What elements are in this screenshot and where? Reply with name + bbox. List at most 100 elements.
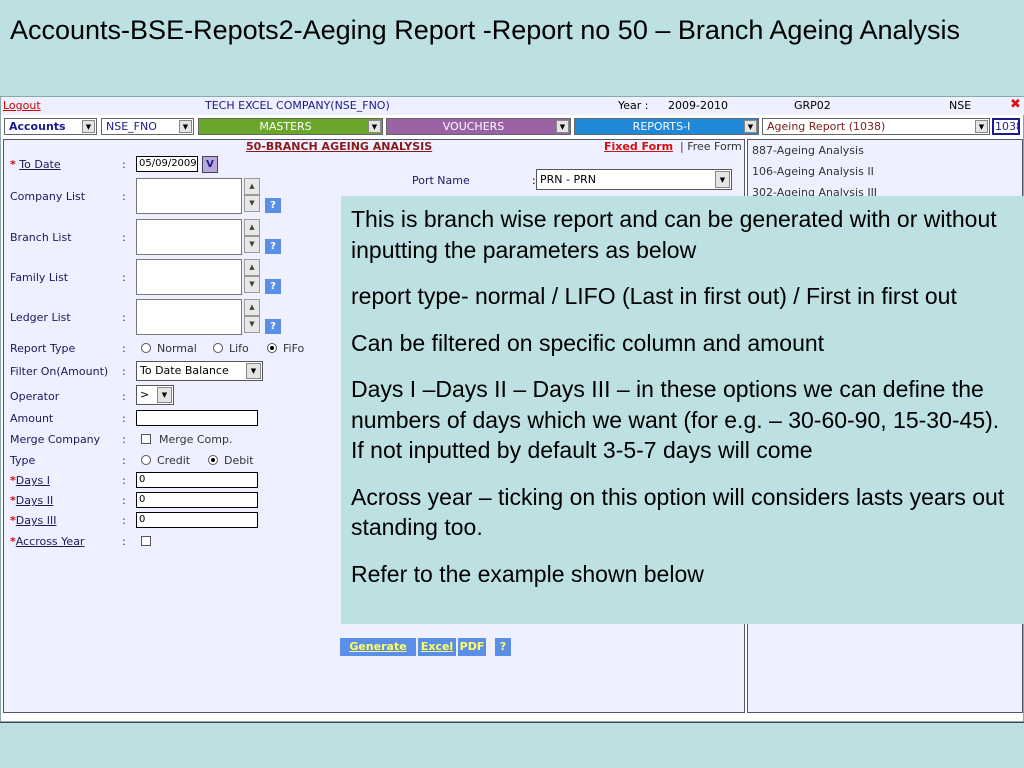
free-form-link[interactable]: | Free Form [680,140,742,153]
amount-label: Amount [10,412,54,425]
colon: : [122,433,126,446]
chevron-down-icon: ▼ [157,387,172,403]
fixed-form-link[interactable]: Fixed Form [604,140,673,153]
segment-select[interactable]: NSE_FNO ▼ [101,118,194,135]
family-list-scroll[interactable]: ▲ ▼ [244,259,260,295]
exchange-code: NSE [949,99,972,112]
help-button[interactable]: ? [495,638,511,656]
pdf-button[interactable]: PDF [458,638,486,656]
report-type-normal-radio[interactable]: Normal [141,342,197,355]
colon: : [122,365,126,378]
amount-input[interactable] [136,410,258,426]
type-credit-radio[interactable]: Credit [141,454,190,467]
scroll-up-icon[interactable]: ▲ [244,259,260,276]
callout-paragraph: Days I –Days II – Days III – in these op… [351,376,1000,463]
filter-on-select[interactable]: To Date Balance ▼ [136,361,263,381]
colon: : [122,190,126,203]
colon: : [122,454,126,467]
report-type-fifo-radio[interactable]: FiFo [267,342,304,355]
family-help-button[interactable]: ? [265,279,281,294]
close-icon[interactable]: ✖ [1010,97,1021,112]
logout-link[interactable]: Logout [3,99,41,112]
callout-paragraph: Can be filtered on specific column and a… [351,329,825,356]
report-select[interactable]: Ageing Report (1038) ▼ [762,118,990,135]
callout-paragraph: Across year – ticking on this option wil… [351,483,1005,541]
branch-list-scroll[interactable]: ▲ ▼ [244,219,260,255]
vouchers-menu[interactable]: VOUCHERS ▼ [386,118,571,135]
chevron-down-icon: ▼ [246,363,261,379]
colon: : [122,514,126,527]
report-type-lifo-radio[interactable]: Lifo [213,342,249,355]
list-item[interactable]: 106-Ageing Analysis II [752,165,874,178]
colon: : [122,271,126,284]
colon: : [122,494,126,507]
ledger-help-button[interactable]: ? [265,319,281,334]
days3-label: *Days III [10,514,57,527]
segment-select-label: NSE_FNO [106,120,157,133]
filter-on-label: Filter On(Amount) [10,365,109,378]
days1-label: *Days I [10,474,50,487]
days3-input[interactable]: 0 [136,512,258,528]
port-name-select[interactable]: PRN - PRN ▼ [536,169,732,190]
date-picker-button[interactable]: V [202,156,218,173]
operator-select[interactable]: > ▼ [136,385,174,405]
group-code: GRP02 [794,99,831,112]
accounts-select-label: Accounts [9,120,66,133]
reports-menu[interactable]: REPORTS-I ▼ [574,118,759,135]
colon: : [122,311,126,324]
chevron-down-icon: ▼ [179,120,192,133]
scroll-down-icon[interactable]: ▼ [244,316,260,333]
port-name-label: Port Name [412,174,470,187]
callout-paragraph: Refer to the example shown below [351,560,704,587]
reports-menu-label: REPORTS-I [632,120,691,133]
report-type-label: Report Type [10,342,76,355]
branch-help-button[interactable]: ? [265,239,281,254]
company-list-scroll[interactable]: ▲ ▼ [244,178,260,214]
bottom-strip [0,722,1024,768]
list-item[interactable]: 887-Ageing Analysis [752,144,864,157]
company-help-button[interactable]: ? [265,198,281,213]
scroll-up-icon[interactable]: ▲ [244,178,260,195]
report-code-input[interactable]: 1038 [992,118,1020,135]
ledger-list-scroll[interactable]: ▲ ▼ [244,299,260,335]
accounts-select[interactable]: Accounts ▼ [4,118,97,135]
scroll-up-icon[interactable]: ▲ [244,219,260,236]
across-year-label: *Accross Year [10,535,85,548]
ledger-list-box[interactable] [136,299,242,335]
scroll-up-icon[interactable]: ▲ [244,299,260,316]
type-debit-radio[interactable]: Debit [208,454,254,467]
generate-button[interactable]: Generate [340,638,416,656]
chevron-down-icon: ▼ [368,120,381,133]
merge-company-label: Merge Company [10,433,101,446]
company-list-label: Company List [10,190,86,203]
excel-button[interactable]: Excel [418,638,456,656]
masters-menu-label: MASTERS [259,120,312,133]
chevron-down-icon: ▼ [82,120,95,133]
callout-paragraph: This is branch wise report and can be ge… [351,206,997,263]
to-date-label: * To Date [10,158,61,171]
merge-comp-checkbox[interactable]: Merge Comp. [141,433,232,446]
chevron-down-icon: ▼ [715,171,730,188]
across-year-checkbox[interactable] [141,535,159,548]
colon: : [122,342,126,355]
to-date-input[interactable]: 05/09/2009 [136,156,198,172]
family-list-box[interactable] [136,259,242,295]
slide-title: Accounts-BSE-Repots2-Aeging Report -Repo… [10,15,961,45]
colon: : [122,535,126,548]
days2-input[interactable]: 0 [136,492,258,508]
company-list-box[interactable] [136,178,242,214]
colon: : [122,231,126,244]
days1-input[interactable]: 0 [136,472,258,488]
masters-menu[interactable]: MASTERS ▼ [198,118,383,135]
explanation-callout: This is branch wise report and can be ge… [341,196,1024,624]
branch-list-box[interactable] [136,219,242,255]
ledger-list-label: Ledger List [10,311,71,324]
scroll-down-icon[interactable]: ▼ [244,236,260,253]
days2-label: *Days II [10,494,54,507]
scroll-down-icon[interactable]: ▼ [244,276,260,293]
colon: : [122,390,126,403]
chevron-down-icon: ▼ [744,120,757,133]
menu-bar: Accounts ▼ NSE_FNO ▼ MASTERS ▼ VOUCHERS ▼ RE… [1,117,1024,137]
chevron-down-icon: ▼ [975,120,988,133]
scroll-down-icon[interactable]: ▼ [244,195,260,212]
